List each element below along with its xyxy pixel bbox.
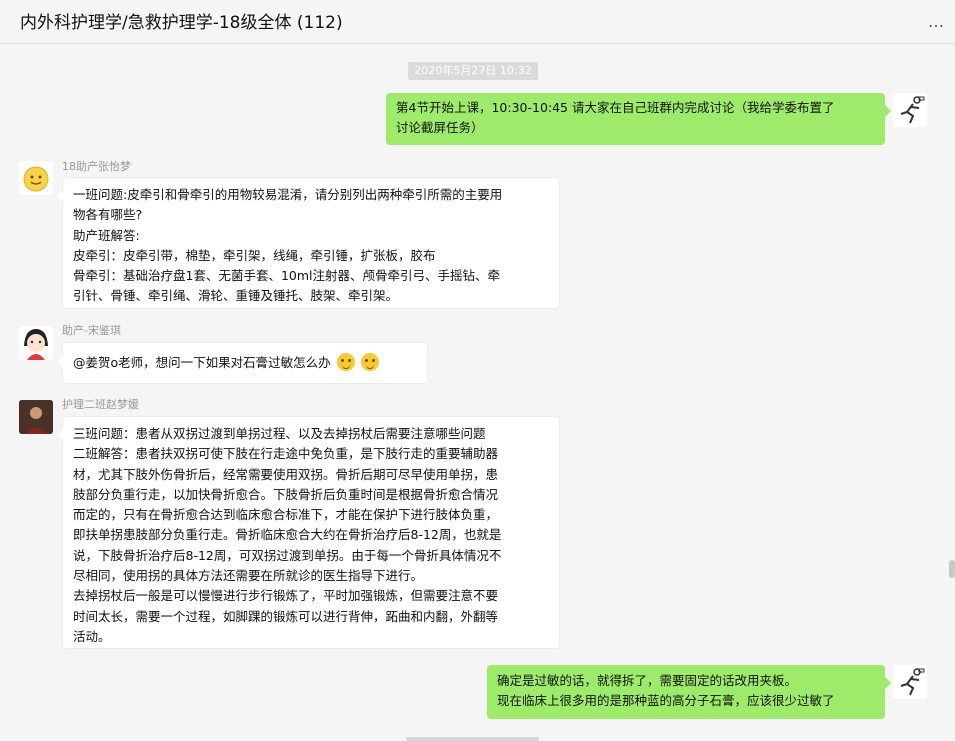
message-bubble[interactable]: 三班问题：患者从双拐过渡到单拐过程、以及去掉拐杖后需要注意哪些问题 二班解答：患… bbox=[57, 416, 560, 649]
sender-avatar[interactable] bbox=[19, 400, 53, 434]
message-bubble[interactable]: 第4节开始上课，10:30-10:45 请大家在自己班群内完成讨论（我给学委布置… bbox=[386, 93, 891, 145]
message-line: 即扶单拐患肢部分负重行走。骨折临床愈合大约在骨折治疗后8-12周，也就是 bbox=[73, 527, 502, 543]
message-line: 引针、骨锤、牵引绳、滑轮、重锤及锤托、肢架、牵引架。 bbox=[73, 288, 399, 304]
message-line: 第4节开始上课，10:30-10:45 请大家在自己班群内完成讨论（我给学委布置… bbox=[396, 100, 835, 115]
runner-icon bbox=[900, 668, 925, 696]
sender-name: 护理二班赵梦媛 bbox=[62, 398, 139, 411]
message-bubble[interactable]: 一班问题:皮牵引和骨牵引的用物较易混淆，请分别列出两种牵引所需的主要用 物各有哪… bbox=[57, 177, 560, 309]
more-icon[interactable]: … bbox=[928, 12, 945, 31]
message-line: 三班问题：患者从双拐过渡到单拐过程、以及去掉拐杖后需要注意哪些问题 bbox=[73, 426, 486, 441]
message-line: 现在临床上很多用的是那种蓝的高分子石膏，应该很少过敏了 bbox=[497, 693, 835, 709]
message-line: 尽相同，使用拐的具体方法还需要在所就诊的医生指导下进行。 bbox=[73, 568, 424, 584]
message-line: 肢部分负重行走，以加快骨折愈合。下肢骨折后负重时间是根据骨折愈合情况 bbox=[73, 486, 499, 502]
shy-face-emoji bbox=[360, 353, 379, 371]
message-line: 二班解答：患者扶双拐可使下肢在行走途中免负重，是下肢行走的重要辅助器 bbox=[73, 446, 499, 462]
scrollbar-thumb[interactable] bbox=[949, 560, 955, 578]
message-bubble[interactable]: @姜贺o老师，想问一下如果对石膏过敏怎么办 bbox=[57, 342, 428, 384]
message-line: 骨牵引：基础治疗盘1套、无菌手套、10ml注射器、颅骨牵引弓、手摇钻、牵 bbox=[73, 268, 501, 284]
message-line: 活动。 bbox=[73, 628, 111, 644]
message-timestamp: 2020年5月27日 10:32 bbox=[408, 62, 538, 80]
cartoon-girl-avatar-icon bbox=[24, 329, 48, 360]
message-line: @姜贺o老师，想问一下如果对石膏过敏怎么办 bbox=[73, 355, 331, 370]
message-line: 助产班解答: bbox=[73, 227, 140, 243]
sender-name: 18助产张怡梦 bbox=[62, 160, 131, 173]
message-line: 确定是过敏的话，就得拆了，需要固定的话改用夹板。 bbox=[497, 673, 798, 688]
new-message-indicator[interactable] bbox=[406, 737, 539, 741]
message-line: 时间太长，需要一个过程，如脚踝的锻炼可以进行背伸，跖曲和内翻，外翻等 bbox=[73, 608, 499, 624]
chat-title: 内外科护理学/急救护理学-18级全体 (112) bbox=[20, 13, 343, 33]
message-bubble[interactable]: 确定是过敏的话，就得拆了，需要固定的话改用夹板。 现在临床上很多用的是那种蓝的高… bbox=[487, 665, 891, 719]
message-line: 去掉拐杖后一般是可以慢慢进行步行锻炼了，平时加强锻炼，但需要注意不要 bbox=[73, 588, 499, 604]
message-line: 材，尤其下肢外伤骨折后，经常需要使用双拐。骨折后期可尽早使用单拐，患 bbox=[73, 466, 499, 482]
message-line: 而定的，只有在骨折愈合达到临床愈合标准下，才能在保护下进行肢体负重， bbox=[73, 507, 499, 523]
message-line: 一班问题:皮牵引和骨牵引的用物较易混淆，请分别列出两种牵引所需的主要用 bbox=[73, 187, 503, 202]
message-line: 皮牵引：皮牵引带，棉垫，牵引架，线绳，牵引锤，扩张板，胶布 bbox=[73, 247, 436, 263]
message-line: 讨论截屏任务） bbox=[396, 120, 484, 136]
self-avatar[interactable] bbox=[893, 93, 927, 127]
photo-avatar-icon bbox=[19, 400, 53, 434]
smiley-avatar-icon bbox=[23, 166, 49, 192]
shy-face-emoji bbox=[336, 353, 355, 371]
sender-avatar[interactable] bbox=[19, 161, 53, 195]
message-line: 说，下肢骨折治疗后8-12周，可双拐过渡到单拐。由于每一个骨折具体情况不 bbox=[73, 547, 502, 563]
sender-name: 助产-宋鉴琪 bbox=[62, 324, 121, 337]
chat-header: 内外科护理学/急救护理学-18级全体 (112) … bbox=[0, 0, 955, 44]
sender-avatar[interactable] bbox=[19, 326, 53, 360]
message-line: 物各有哪些? bbox=[73, 207, 143, 223]
self-avatar[interactable] bbox=[893, 665, 927, 699]
runner-icon bbox=[900, 96, 925, 124]
